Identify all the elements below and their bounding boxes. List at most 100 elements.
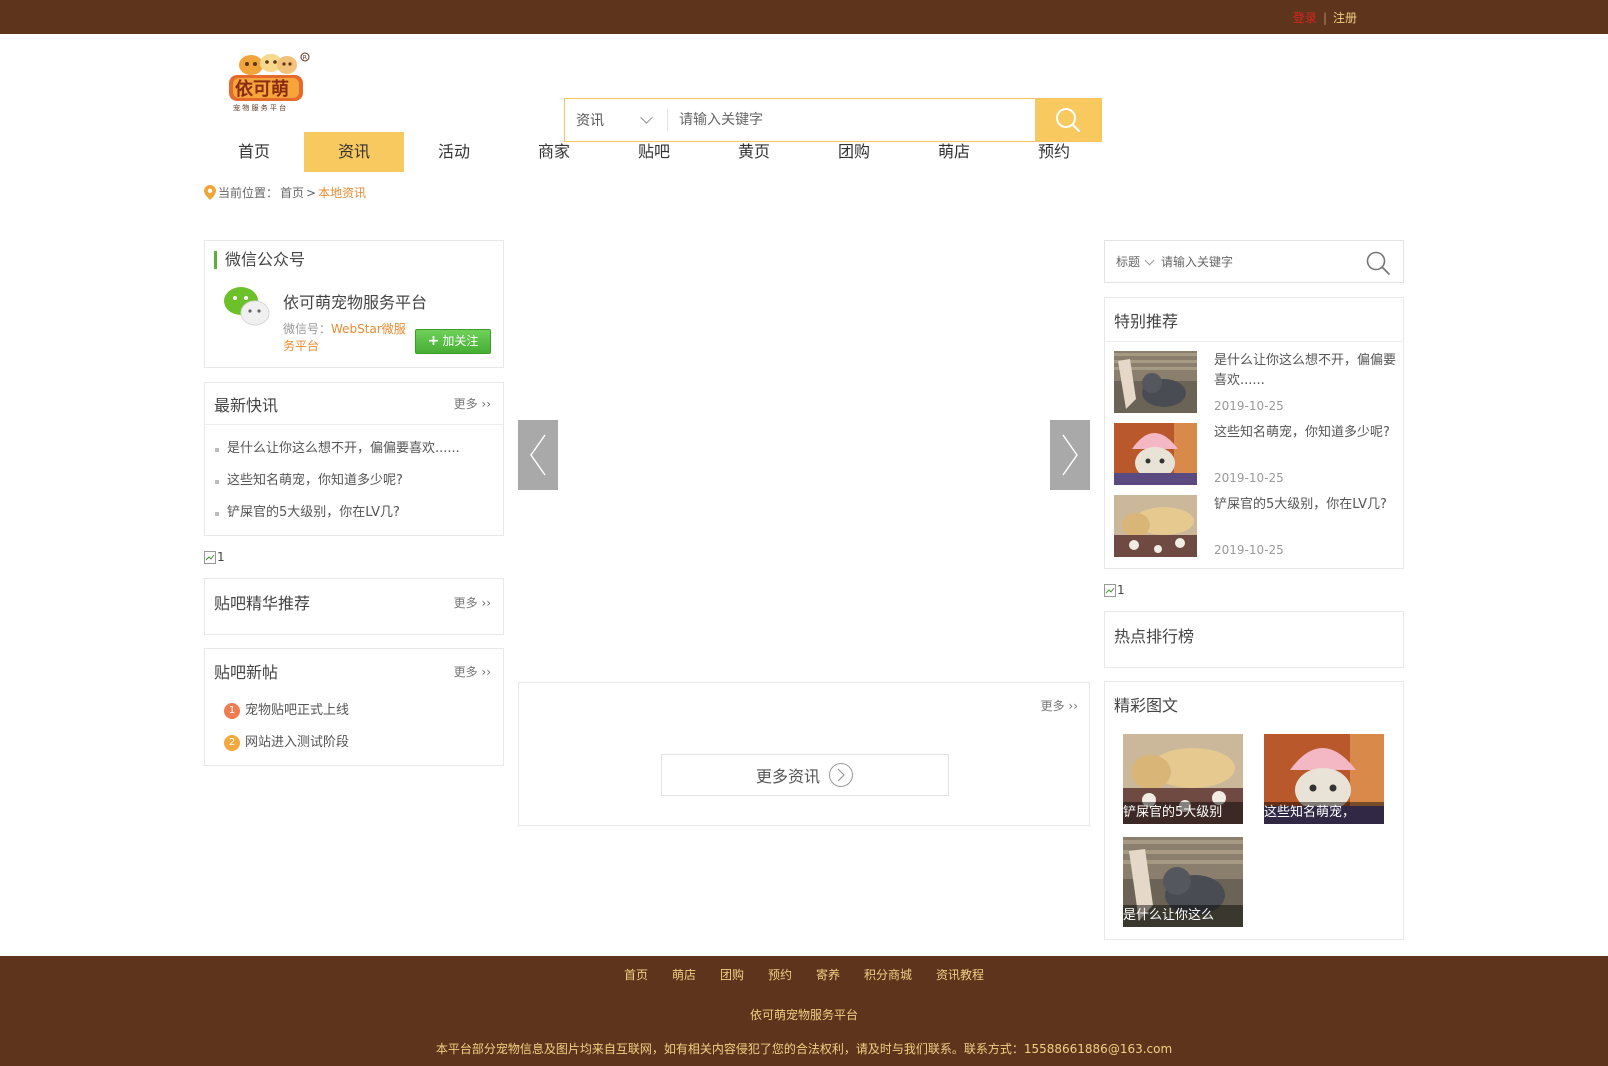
list-item[interactable]: 是什么让你这么想不开，偏偏要喜欢...... 2019-10-25 xyxy=(1114,351,1396,413)
svg-text:宠 物 服 务 平 台: 宠 物 服 务 平 台 xyxy=(233,103,286,112)
hot-ranking-title: 热点排行榜 xyxy=(1114,627,1195,646)
wechat-id-label: 微信号： xyxy=(283,322,332,336)
footer-link-shop[interactable]: 萌店 xyxy=(672,966,696,983)
right-search-input[interactable]: 请输入关键字 xyxy=(1161,253,1233,270)
svg-text:R: R xyxy=(303,55,307,62)
gallery-item[interactable]: 铲屎官的5大级别 xyxy=(1123,734,1243,824)
nav-item-merchant[interactable]: 商家 xyxy=(504,132,604,172)
footer-link-booking[interactable]: 预约 xyxy=(768,966,792,983)
tieba-new-header: 贴吧新帖 更多 ›› xyxy=(205,649,503,693)
chevron-down-icon xyxy=(1144,255,1155,265)
logo-icon: 依可萌 宠 物 服 务 平 台 R xyxy=(229,52,310,112)
latest-news-header: 最新快讯 更多 ›› xyxy=(205,383,503,425)
search-category-label: 资讯 xyxy=(576,113,604,129)
hot-ranking-panel: 热点排行榜 xyxy=(1104,611,1404,668)
chevron-down-icon xyxy=(640,111,653,124)
ad-image-left[interactable]: 1 xyxy=(204,550,225,564)
plus-icon: + xyxy=(427,333,440,349)
footer: 首页 萌店 团购 预约 寄养 积分商城 资讯教程 依可萌宠物服务平台 本平台部分… xyxy=(0,956,1608,1066)
slider-prev-button[interactable] xyxy=(518,420,558,490)
tieba-new-more-link[interactable]: 更多 ›› xyxy=(454,663,491,680)
footer-disclaimer: 本平台部分宠物信息及图片均来自互联网，如有相关内容侵犯了您的合法权利，请及时与我… xyxy=(435,1042,1173,1056)
right-search-type[interactable]: 标题 xyxy=(1116,253,1140,270)
center-more-link[interactable]: 更多 ›› xyxy=(1041,697,1078,714)
gallery-caption: 这些知名萌宠， xyxy=(1264,802,1384,824)
footer-link-points-mall[interactable]: 积分商城 xyxy=(864,966,912,983)
featured-item-date: 2019-10-25 xyxy=(1214,399,1284,413)
latest-news-more-link[interactable]: 更多 ›› xyxy=(454,395,491,412)
list-item[interactable]: 是什么让你这么想不开，偏偏要喜欢...... xyxy=(205,433,503,465)
top-bar: 登录 | 注册 xyxy=(0,0,1608,34)
list-item[interactable]: 2 网站进入测试阶段 xyxy=(205,727,503,759)
main-nav: 首页 资讯 活动 商家 贴吧 黄页 团购 萌店 预约 xyxy=(204,132,1104,172)
footer-link-home[interactable]: 首页 xyxy=(624,966,648,983)
gallery-caption: 铲屎官的5大级别 xyxy=(1123,802,1243,824)
dog-thumbnail-image xyxy=(1114,495,1197,557)
login-link[interactable]: 登录 xyxy=(1293,11,1317,25)
more-news-button[interactable]: 更多资讯 xyxy=(661,754,949,796)
cat-hat-thumbnail-image xyxy=(1114,423,1197,485)
featured-item-date: 2019-10-25 xyxy=(1214,471,1284,485)
circle-arrow-right-icon xyxy=(829,763,853,787)
post-title: 宠物贴吧正式上线 xyxy=(245,703,350,718)
wechat-account-name: 依可萌宠物服务平台 xyxy=(283,293,428,312)
nav-item-shop[interactable]: 萌店 xyxy=(904,132,1004,172)
nav-item-yellowpages[interactable]: 黄页 xyxy=(704,132,804,172)
tieba-best-title: 贴吧精华推荐 xyxy=(214,594,311,613)
wechat-panel: 微信公众号 依可萌宠物服务平台 微信号：WebStar微服务平台 + 加关注 xyxy=(204,240,504,368)
more-news-label: 更多资讯 xyxy=(755,767,820,786)
wechat-title: 微信公众号 xyxy=(214,251,305,269)
image-slider xyxy=(518,240,1090,670)
rank-badge: 2 xyxy=(224,735,240,751)
gallery-panel: 精彩图文 铲屎官的5大级别 这些知名萌宠， 是什么让你这么 xyxy=(1104,681,1404,940)
gallery-item[interactable]: 这些知名萌宠， xyxy=(1264,734,1384,824)
slider-next-button[interactable] xyxy=(1050,420,1090,490)
cat-thumbnail-image xyxy=(1114,351,1197,413)
nav-item-tieba[interactable]: 贴吧 xyxy=(604,132,704,172)
nav-item-news[interactable]: 资讯 xyxy=(304,132,404,172)
register-link[interactable]: 注册 xyxy=(1333,11,1357,25)
logo[interactable]: 依可萌 宠 物 服 务 平 台 R xyxy=(227,51,311,113)
list-item[interactable]: 1 宠物贴吧正式上线 xyxy=(205,695,503,727)
featured-item-title: 这些知名萌宠，你知道多少呢? xyxy=(1214,425,1390,440)
follow-button[interactable]: + 加关注 xyxy=(415,329,491,354)
list-item[interactable]: 这些知名萌宠，你知道多少呢? 2019-10-25 xyxy=(1114,423,1396,485)
nav-item-activity[interactable]: 活动 xyxy=(404,132,504,172)
ad-image-right[interactable]: 1 xyxy=(1104,583,1125,597)
tieba-new-panel: 贴吧新帖 更多 ›› 1 宠物贴吧正式上线 2 网站进入测试阶段 xyxy=(204,648,504,766)
footer-link-tutorials[interactable]: 资讯教程 xyxy=(936,966,984,983)
hot-ranking-header: 热点排行榜 xyxy=(1105,612,1403,658)
tieba-best-panel: 贴吧精华推荐 更多 ›› xyxy=(204,578,504,635)
tieba-new-list: 1 宠物贴吧正式上线 2 网站进入测试阶段 xyxy=(205,693,503,759)
tieba-best-more-link[interactable]: 更多 ›› xyxy=(454,594,491,611)
separator: | xyxy=(1322,11,1327,25)
chevron-right-icon xyxy=(1062,434,1078,476)
featured-header: 特别推荐 xyxy=(1105,298,1403,342)
nav-item-booking[interactable]: 预约 xyxy=(1004,132,1104,172)
breadcrumb-prefix: 当前位置： xyxy=(218,186,279,200)
location-pin-icon xyxy=(204,185,216,200)
breadcrumb-home[interactable]: 首页 xyxy=(280,184,304,201)
gallery-item[interactable]: 是什么让你这么 xyxy=(1123,837,1243,927)
featured-item-date: 2019-10-25 xyxy=(1214,543,1284,557)
post-title: 网站进入测试阶段 xyxy=(245,735,350,750)
wechat-id: 微信号：WebStar微服务平台 xyxy=(283,321,413,355)
nav-item-groupbuy[interactable]: 团购 xyxy=(804,132,904,172)
featured-title: 特别推荐 xyxy=(1114,311,1179,331)
featured-item-title: 是什么让你这么想不开，偏偏要喜欢...... xyxy=(1214,353,1397,388)
featured-panel: 特别推荐 是什么让你这么想不开，偏偏要喜欢...... 2019-10-25 这… xyxy=(1104,297,1404,569)
breadcrumb-arrow: > xyxy=(306,185,317,200)
breadcrumb-current[interactable]: 本地资讯 xyxy=(318,184,366,201)
latest-news-title: 最新快讯 xyxy=(214,395,279,415)
broken-image-icon xyxy=(1104,583,1116,597)
list-item[interactable]: 铲屎官的5大级别，你在LV几? xyxy=(205,497,503,529)
search-icon[interactable] xyxy=(1365,250,1391,276)
tieba-best-header: 贴吧精华推荐 更多 ›› xyxy=(205,579,503,625)
tieba-new-title: 贴吧新帖 xyxy=(214,663,279,682)
footer-link-boarding[interactable]: 寄养 xyxy=(816,966,840,983)
header: 依可萌 宠 物 服 务 平 台 R 资讯 xyxy=(0,34,1608,142)
list-item[interactable]: 铲屎官的5大级别，你在LV几? 2019-10-25 xyxy=(1114,495,1396,557)
footer-link-groupbuy[interactable]: 团购 xyxy=(720,966,744,983)
nav-item-home[interactable]: 首页 xyxy=(204,132,304,172)
list-item[interactable]: 这些知名萌宠，你知道多少呢? xyxy=(205,465,503,497)
